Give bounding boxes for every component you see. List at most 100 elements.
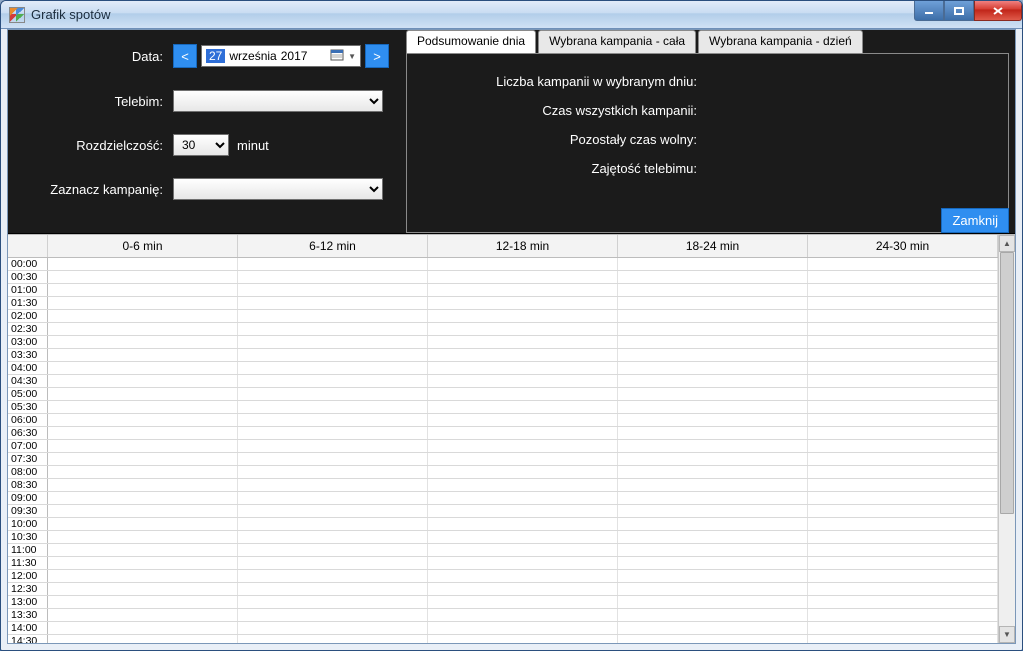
grid-cell[interactable] <box>618 375 808 387</box>
col-6-12[interactable]: 6-12 min <box>238 235 428 257</box>
grid-cell[interactable] <box>618 349 808 361</box>
vertical-scrollbar[interactable]: ▲ ▼ <box>998 235 1015 643</box>
grid-cell[interactable] <box>808 375 998 387</box>
grid-cell[interactable] <box>618 596 808 608</box>
grid-cell[interactable] <box>238 258 428 270</box>
grid-cell[interactable] <box>618 505 808 517</box>
table-row[interactable]: 12:30 <box>8 583 998 596</box>
grid-cell[interactable] <box>808 544 998 556</box>
grid-cell[interactable] <box>428 388 618 400</box>
grid-cell[interactable] <box>618 271 808 283</box>
grid-cell[interactable] <box>808 362 998 374</box>
grid-cell[interactable] <box>48 544 238 556</box>
table-row[interactable]: 05:30 <box>8 401 998 414</box>
grid-cell[interactable] <box>808 609 998 621</box>
grid-cell[interactable] <box>618 310 808 322</box>
grid-cell[interactable] <box>808 414 998 426</box>
date-picker[interactable]: 27 września 2017 ▼ <box>201 45 361 67</box>
tab-campaign-day[interactable]: Wybrana kampania - dzień <box>698 30 863 53</box>
col-12-18[interactable]: 12-18 min <box>428 235 618 257</box>
grid-cell[interactable] <box>618 414 808 426</box>
grid-cell[interactable] <box>428 284 618 296</box>
grid-cell[interactable] <box>428 453 618 465</box>
table-row[interactable]: 00:30 <box>8 271 998 284</box>
tab-campaign-all[interactable]: Wybrana kampania - cała <box>538 30 696 53</box>
grid-cell[interactable] <box>238 466 428 478</box>
grid-cell[interactable] <box>48 609 238 621</box>
table-row[interactable]: 14:00 <box>8 622 998 635</box>
grid-cell[interactable] <box>428 635 618 643</box>
table-row[interactable]: 03:00 <box>8 336 998 349</box>
grid-cell[interactable] <box>238 583 428 595</box>
resolution-select[interactable]: 30 <box>173 134 229 156</box>
grid-cell[interactable] <box>428 492 618 504</box>
grid-cell[interactable] <box>618 518 808 530</box>
grid-cell[interactable] <box>238 622 428 634</box>
grid-cell[interactable] <box>48 258 238 270</box>
grid-cell[interactable] <box>428 544 618 556</box>
grid-cell[interactable] <box>618 401 808 413</box>
grid-cell[interactable] <box>48 271 238 283</box>
grid-cell[interactable] <box>618 583 808 595</box>
table-row[interactable]: 07:30 <box>8 453 998 466</box>
grid-cell[interactable] <box>238 271 428 283</box>
grid-cell[interactable] <box>428 557 618 569</box>
grid-cell[interactable] <box>808 518 998 530</box>
table-row[interactable]: 10:00 <box>8 518 998 531</box>
date-next-button[interactable]: > <box>365 44 389 68</box>
grid-cell[interactable] <box>618 258 808 270</box>
grid-cell[interactable] <box>808 453 998 465</box>
grid-cell[interactable] <box>808 336 998 348</box>
grid-cell[interactable] <box>238 401 428 413</box>
tab-summary[interactable]: Podsumowanie dnia <box>406 30 536 53</box>
grid-cell[interactable] <box>238 635 428 643</box>
grid-cell[interactable] <box>808 635 998 643</box>
grid-cell[interactable] <box>808 557 998 569</box>
grid-cell[interactable] <box>48 388 238 400</box>
table-row[interactable]: 04:30 <box>8 375 998 388</box>
grid-cell[interactable] <box>238 609 428 621</box>
grid-cell[interactable] <box>428 414 618 426</box>
table-row[interactable]: 09:00 <box>8 492 998 505</box>
campaign-select[interactable] <box>173 178 383 200</box>
grid-cell[interactable] <box>48 427 238 439</box>
table-row[interactable]: 06:00 <box>8 414 998 427</box>
grid-cell[interactable] <box>428 505 618 517</box>
grid-cell[interactable] <box>618 557 808 569</box>
date-prev-button[interactable]: < <box>173 44 197 68</box>
grid-cell[interactable] <box>428 349 618 361</box>
grid-cell[interactable] <box>238 479 428 491</box>
grid-cell[interactable] <box>428 323 618 335</box>
table-row[interactable]: 04:00 <box>8 362 998 375</box>
grid-cell[interactable] <box>618 570 808 582</box>
titlebar[interactable]: Grafik spotów <box>1 1 1022 29</box>
grid-cell[interactable] <box>238 557 428 569</box>
grid-cell[interactable] <box>48 479 238 491</box>
col-24-30[interactable]: 24-30 min <box>808 235 998 257</box>
grid-cell[interactable] <box>48 492 238 504</box>
grid-cell[interactable] <box>618 466 808 478</box>
grid-cell[interactable] <box>238 414 428 426</box>
table-row[interactable]: 11:00 <box>8 544 998 557</box>
table-row[interactable]: 13:30 <box>8 609 998 622</box>
grid-cell[interactable] <box>428 596 618 608</box>
grid-cell[interactable] <box>48 440 238 452</box>
table-row[interactable]: 10:30 <box>8 531 998 544</box>
grid-cell[interactable] <box>238 518 428 530</box>
grid-cell[interactable] <box>428 297 618 309</box>
grid-cell[interactable] <box>238 440 428 452</box>
grid-cell[interactable] <box>808 440 998 452</box>
table-row[interactable]: 02:30 <box>8 323 998 336</box>
close-panel-button[interactable]: Zamknij <box>941 208 1009 233</box>
grid-cell[interactable] <box>238 453 428 465</box>
grid-cell[interactable] <box>238 531 428 543</box>
grid-cell[interactable] <box>808 622 998 634</box>
grid-cell[interactable] <box>48 323 238 335</box>
grid-cell[interactable] <box>428 440 618 452</box>
grid-body[interactable]: 00:0000:3001:0001:3002:0002:3003:0003:30… <box>8 258 998 643</box>
grid-cell[interactable] <box>238 596 428 608</box>
grid-cell[interactable] <box>48 362 238 374</box>
grid-cell[interactable] <box>428 310 618 322</box>
grid-cell[interactable] <box>48 583 238 595</box>
grid-cell[interactable] <box>48 570 238 582</box>
